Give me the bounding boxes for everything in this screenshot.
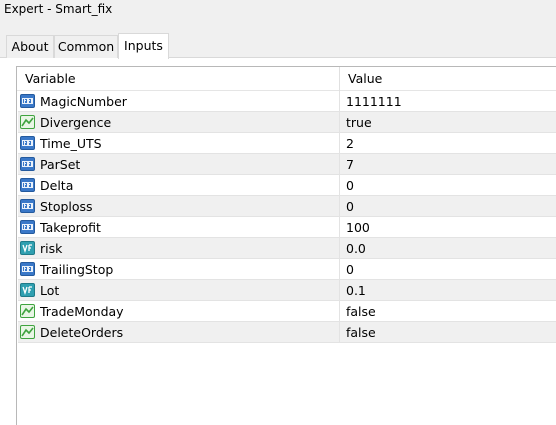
variable-name: Time_UTS <box>40 136 102 151</box>
tab-about[interactable]: About <box>6 35 54 58</box>
variable-value[interactable]: true <box>346 112 372 133</box>
variable-name: Lot <box>40 283 60 298</box>
cell-divider <box>339 133 340 154</box>
integer-type-icon <box>20 136 35 150</box>
table-row[interactable]: TradeMonday false <box>18 301 556 322</box>
integer-type-icon <box>20 178 35 192</box>
table-row[interactable]: Lot 0.1 <box>18 280 556 301</box>
table-row[interactable]: Divergence true <box>18 112 556 133</box>
cell-divider <box>339 280 340 301</box>
variable-value[interactable]: false <box>346 322 376 343</box>
cell-divider <box>339 175 340 196</box>
integer-type-icon <box>20 262 35 276</box>
variable-name: Takeprofit <box>40 220 101 235</box>
cell-divider <box>339 112 340 133</box>
cell-divider <box>339 301 340 322</box>
variable-value[interactable]: 100 <box>346 217 370 238</box>
variable-name: DeleteOrders <box>40 325 124 340</box>
double-type-icon <box>20 283 35 297</box>
variable-value[interactable]: false <box>346 301 376 322</box>
variable-value[interactable]: 0.1 <box>346 280 366 301</box>
cell-divider <box>339 91 340 112</box>
cell-divider <box>339 217 340 238</box>
table-row[interactable]: TrailingStop 0 <box>18 259 556 280</box>
table-row[interactable]: Delta 0 <box>18 175 556 196</box>
variable-name: Stoploss <box>40 199 93 214</box>
cell-divider <box>339 238 340 259</box>
variable-value[interactable]: 2 <box>346 133 354 154</box>
integer-type-icon <box>20 199 35 213</box>
cell-divider <box>339 322 340 343</box>
variable-value[interactable]: 1111111 <box>346 91 402 112</box>
variable-name: TrailingStop <box>40 262 114 277</box>
integer-type-icon <box>20 157 35 171</box>
table-row[interactable]: Stoploss 0 <box>18 196 556 217</box>
cell-divider <box>339 196 340 217</box>
variable-value[interactable]: 0 <box>346 259 354 280</box>
window-title: Expert - Smart_fix <box>4 2 113 16</box>
table-header: Variable Value <box>17 67 556 91</box>
variable-value[interactable]: 7 <box>346 154 354 175</box>
variable-value[interactable]: 0 <box>346 196 354 217</box>
tab-inputs[interactable]: Inputs <box>118 33 169 59</box>
boolean-type-icon <box>20 325 35 339</box>
integer-type-icon <box>20 94 35 108</box>
table-row[interactable]: ParSet 7 <box>18 154 556 175</box>
variable-name: risk <box>40 241 63 256</box>
integer-type-icon <box>20 220 35 234</box>
column-header-value[interactable]: Value <box>340 67 382 91</box>
variable-name: Divergence <box>40 115 112 130</box>
table-row[interactable]: risk 0.0 <box>18 238 556 259</box>
cell-divider <box>339 259 340 280</box>
cell-divider <box>339 154 340 175</box>
table-row[interactable]: MagicNumber 1111111 <box>18 91 556 112</box>
inputs-table: Variable Value MagicNumber 1111111 Diverge… <box>16 66 556 425</box>
variable-name: MagicNumber <box>40 94 127 109</box>
double-type-icon <box>20 241 35 255</box>
boolean-type-icon <box>20 115 35 129</box>
table-row[interactable]: DeleteOrders false <box>18 322 556 343</box>
variable-value[interactable]: 0.0 <box>346 238 366 259</box>
variable-value[interactable]: 0 <box>346 175 354 196</box>
tab-common[interactable]: Common <box>54 35 118 58</box>
variable-name: TradeMonday <box>40 304 124 319</box>
tab-bar: About Common Inputs <box>0 33 556 59</box>
variable-name: Delta <box>40 178 74 193</box>
column-header-variable[interactable]: Variable <box>17 67 76 91</box>
inputs-panel: Variable Value MagicNumber 1111111 Diverge… <box>0 58 556 425</box>
variable-name: ParSet <box>40 157 81 172</box>
table-row[interactable]: Takeprofit 100 <box>18 217 556 238</box>
boolean-type-icon <box>20 304 35 318</box>
table-row[interactable]: Time_UTS 2 <box>18 133 556 154</box>
